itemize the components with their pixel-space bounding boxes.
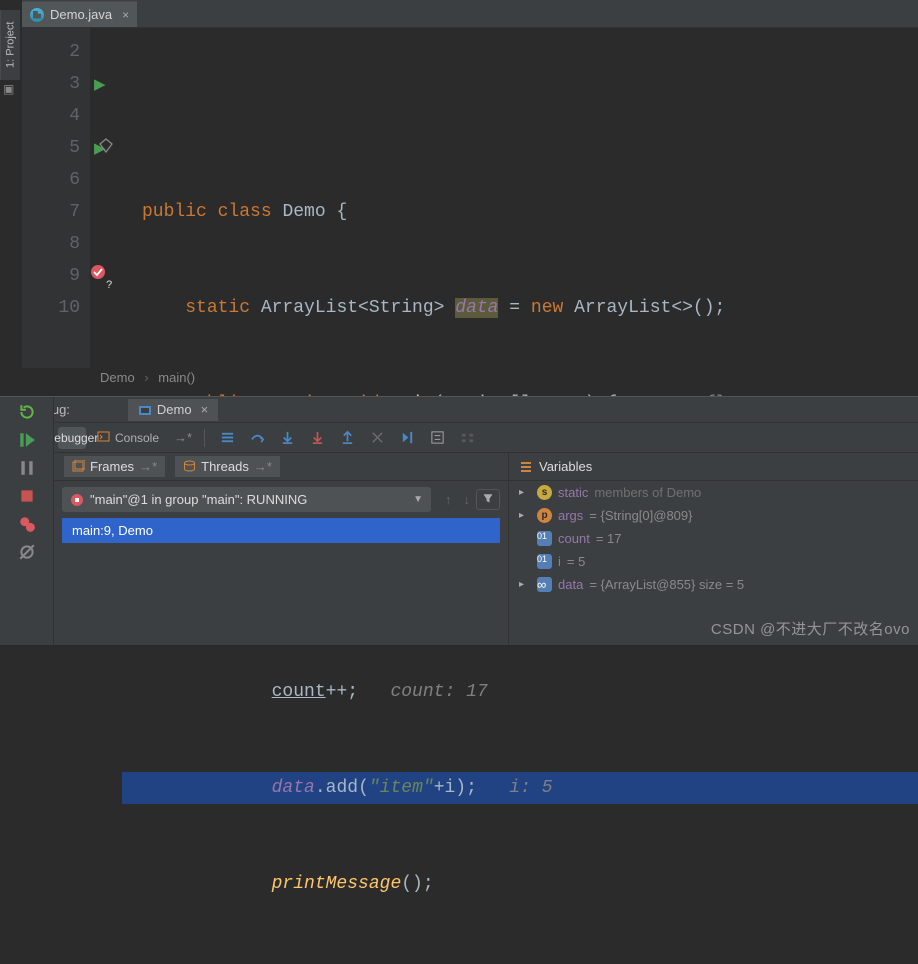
force-step-into-icon[interactable] <box>303 427 331 449</box>
next-frame-icon[interactable]: ↓ <box>458 492 477 507</box>
variable-row[interactable]: ▸p args = {String[0]@809} <box>509 504 918 527</box>
console-icon <box>97 430 112 445</box>
drop-frame-icon[interactable] <box>363 427 391 449</box>
gutter: 2 3 4 5 6 7 8 9 10 <box>22 28 90 368</box>
line-number: 3 <box>22 68 80 100</box>
variables-header: Variables <box>509 453 918 481</box>
java-file-icon <box>30 8 44 22</box>
frames-tab[interactable]: Frames →* <box>64 456 165 477</box>
file-tab-label: Demo.java <box>50 7 112 22</box>
debug-toolbar: Debugger Console →* <box>0 423 918 453</box>
editor[interactable]: 2 3 4 5 6 7 8 9 10 ▶ ▶ ? public class De… <box>22 28 918 368</box>
step-over-icon[interactable] <box>243 427 271 449</box>
breadcrumb[interactable]: Demo › main() <box>100 370 195 385</box>
debug-session-tab[interactable]: Demo × <box>128 399 218 421</box>
app-icon <box>138 403 152 417</box>
pause-icon[interactable] <box>18 459 36 477</box>
view-breakpoints-icon[interactable] <box>18 515 36 533</box>
breakpoint-condition-icon: ? <box>106 270 113 302</box>
code-line <box>122 100 918 132</box>
thread-running-icon <box>70 493 84 507</box>
var-type-icon: 01 <box>537 531 552 546</box>
line-number: 2 <box>22 36 80 68</box>
run-to-cursor-icon[interactable] <box>393 427 421 449</box>
line-number: 10 <box>22 292 80 324</box>
var-type-icon: 01 <box>537 554 552 569</box>
method-override-icon <box>98 138 114 154</box>
run-gutter-icon[interactable]: ▶ <box>94 70 106 102</box>
variable-row[interactable]: ▸s static members of Demo <box>509 481 918 504</box>
close-icon[interactable]: × <box>201 402 209 417</box>
variable-row[interactable]: 01 count = 17 <box>509 527 918 550</box>
mute-breakpoints-icon[interactable] <box>18 543 36 561</box>
code-line-current: data.add("item"+i); i: 5 <box>122 772 918 804</box>
line-number: 7 <box>22 196 80 228</box>
stack-frame[interactable]: main:9, Demo <box>62 518 500 543</box>
thread-selector[interactable]: "main"@1 in group "main": RUNNING ▼ <box>62 487 431 512</box>
code-line: count++; count: 17 <box>122 676 918 708</box>
line-number: 6 <box>22 164 80 196</box>
line-number: 4 <box>22 100 80 132</box>
stop-icon[interactable] <box>18 487 36 505</box>
resume-icon[interactable] <box>18 431 36 449</box>
breadcrumb-method[interactable]: main() <box>158 370 195 385</box>
code-line: printMessage(); <box>122 868 918 900</box>
project-icon: ▣ <box>3 82 17 96</box>
debugger-tab[interactable]: Debugger <box>58 427 86 449</box>
variables-pane: Variables ▸s static members of Demo▸p ar… <box>509 453 918 645</box>
variable-row[interactable]: ▸∞ data = {ArrayList@855} size = 5 <box>509 573 918 596</box>
line-number: 8 <box>22 228 80 260</box>
breadcrumb-class[interactable]: Demo <box>100 370 135 385</box>
var-type-icon: p <box>537 508 552 523</box>
frames-pane: Frames →* Threads →* "main"@1 in group "… <box>54 453 509 645</box>
variable-row[interactable]: 01 i = 5 <box>509 550 918 573</box>
breakpoint-icon[interactable] <box>90 264 106 280</box>
filter-icon[interactable] <box>476 489 500 510</box>
step-into-icon[interactable] <box>273 427 301 449</box>
chevron-right-icon: › <box>144 370 148 385</box>
debug-left-toolbar <box>0 397 54 645</box>
project-tool-tab[interactable]: 1: Project <box>0 10 20 80</box>
variables-icon <box>519 460 533 474</box>
code-line: static ArrayList<String> data = new Arra… <box>122 292 918 324</box>
code-line: public class Demo { <box>122 196 918 228</box>
var-type-icon: s <box>537 485 552 500</box>
close-icon[interactable]: × <box>122 8 129 22</box>
file-tab-demo[interactable]: Demo.java × <box>22 1 137 27</box>
frames-icon <box>72 460 85 473</box>
debug-header: Debug: Demo × <box>0 397 918 423</box>
var-type-icon: ∞ <box>537 577 552 592</box>
trace-current-stream-icon[interactable] <box>453 427 481 449</box>
threads-icon <box>183 460 196 473</box>
editor-tabstrip: Demo.java × <box>22 0 918 28</box>
step-out-icon[interactable] <box>333 427 361 449</box>
console-tab[interactable]: Console <box>88 427 168 449</box>
threads-tab[interactable]: Threads →* <box>175 456 280 477</box>
debug-tool-window: Debug: Demo × Debugger Console →* <box>0 396 918 645</box>
rerun-icon[interactable] <box>18 403 36 421</box>
line-number: 9 <box>22 260 80 292</box>
line-number: 5 <box>22 132 80 164</box>
show-execution-point-icon[interactable] <box>213 427 241 449</box>
evaluate-expression-icon[interactable] <box>423 427 451 449</box>
prev-frame-icon[interactable]: ↑ <box>439 492 458 507</box>
